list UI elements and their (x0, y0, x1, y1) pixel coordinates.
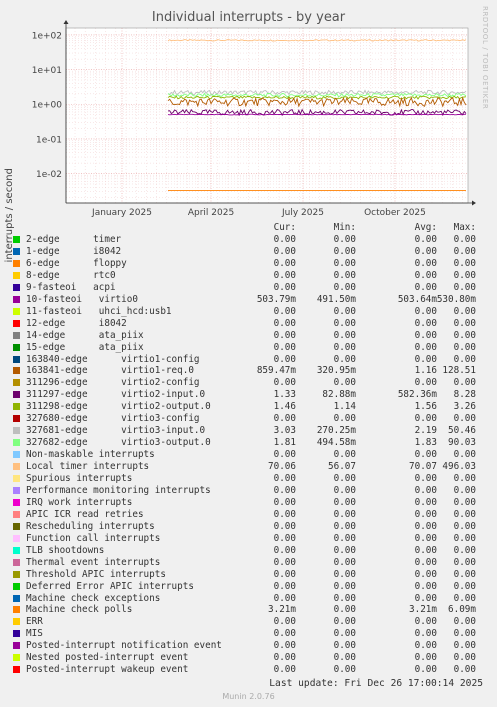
y-tick-label: 1e-01 (36, 135, 62, 145)
plot-area: 1e-02 1e-01 1e+00 1e+01 1e+02 January 2025 Apr… (32, 20, 476, 218)
y-tick-label: 1e+00 (32, 101, 63, 111)
x-tick-label: April 2025 (188, 208, 234, 218)
y-axis-arrow (63, 20, 69, 24)
x-tick-label: October 2025 (364, 208, 426, 218)
y-tick-label: 1e+02 (32, 31, 62, 41)
munin-version: Munin 2.0.76 (222, 692, 275, 701)
x-tick-label: January 2025 (91, 208, 152, 218)
y-tick-label: 1e+01 (32, 66, 62, 76)
x-tick-label: July 2025 (281, 208, 324, 218)
last-update: Last update: Fri Dec 26 17:00:14 2025 (269, 678, 483, 689)
x-axis-arrow (472, 200, 476, 206)
y-tick-label: 1e-02 (36, 170, 62, 180)
